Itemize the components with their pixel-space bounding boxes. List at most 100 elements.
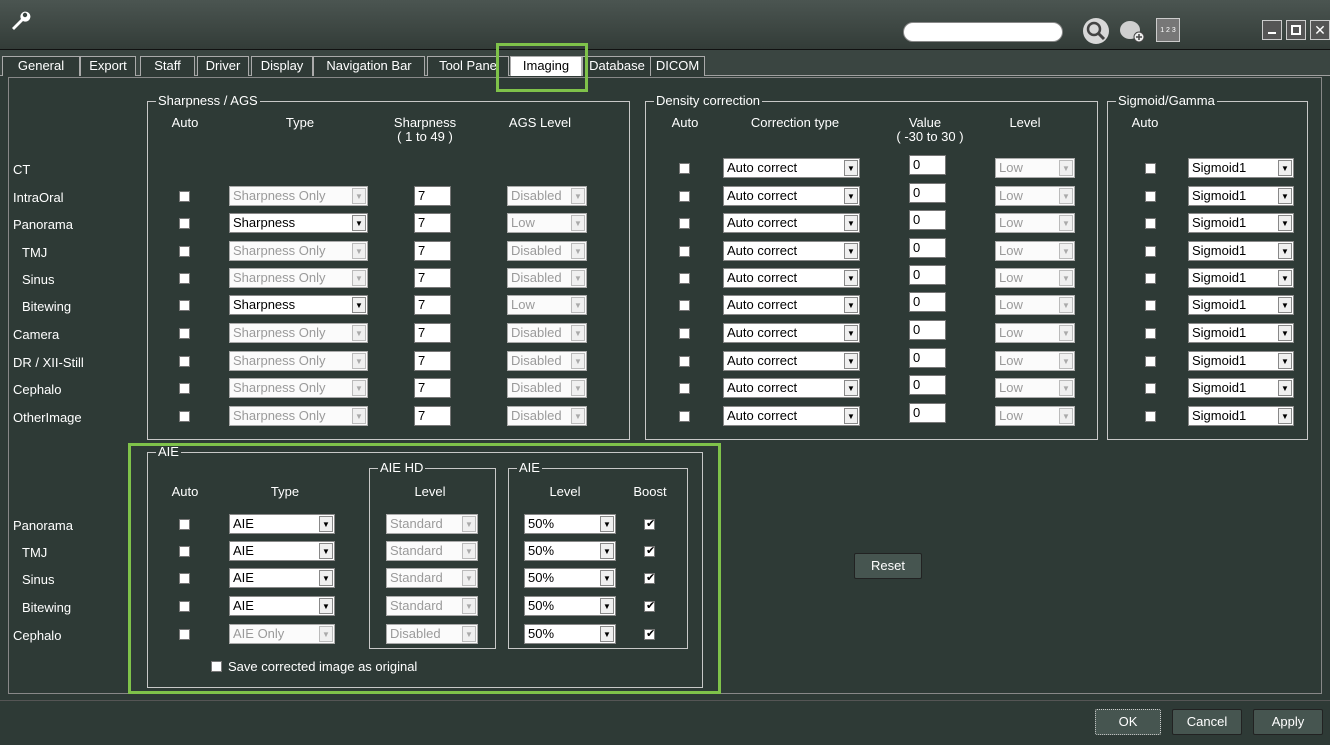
correction-type-select[interactable]: Auto correct ▼	[723, 406, 860, 426]
correction-type-select[interactable]: Auto correct ▼	[723, 186, 860, 206]
sigmoid-auto-checkbox[interactable]	[1145, 383, 1156, 394]
tab-general[interactable]: General	[2, 56, 80, 76]
density-auto-checkbox[interactable]	[679, 328, 690, 339]
sharpness-type-select[interactable]: Sharpness Only ▼	[229, 406, 368, 426]
sharpness-input[interactable]: 7	[414, 351, 451, 371]
density-value-input[interactable]: 0	[909, 403, 946, 423]
ags-level-select[interactable]: Disabled ▼	[507, 268, 587, 288]
cancel-button[interactable]: Cancel	[1172, 709, 1242, 735]
density-level-select[interactable]: Low ▼	[995, 351, 1075, 371]
tab-display[interactable]: Display	[251, 56, 313, 76]
density-value-input[interactable]: 0	[909, 183, 946, 203]
correction-type-select[interactable]: Auto correct ▼	[723, 323, 860, 343]
sigmoid-gamma-select[interactable]: Sigmoid1 ▼	[1188, 158, 1294, 178]
ok-button[interactable]: OK	[1095, 709, 1161, 735]
density-auto-checkbox[interactable]	[679, 383, 690, 394]
sharpness-type-select[interactable]: Sharpness Only ▼	[229, 378, 368, 398]
ags-level-select[interactable]: Disabled ▼	[507, 351, 587, 371]
correction-type-select[interactable]: Auto correct ▼	[723, 268, 860, 288]
correction-type-select[interactable]: Auto correct ▼	[723, 158, 860, 178]
sharpness-type-select[interactable]: Sharpness Only ▼	[229, 186, 368, 206]
sharpness-auto-checkbox[interactable]	[179, 273, 190, 284]
sigmoid-auto-checkbox[interactable]	[1145, 273, 1156, 284]
density-value-input[interactable]: 0	[909, 348, 946, 368]
sharpness-type-select[interactable]: Sharpness ▼	[229, 295, 368, 315]
grid-layout-icon[interactable]: 1 2 3	[1156, 18, 1180, 42]
ags-level-select[interactable]: Disabled ▼	[507, 323, 587, 343]
ags-level-select[interactable]: Disabled ▼	[507, 186, 587, 206]
sigmoid-gamma-select[interactable]: Sigmoid1 ▼	[1188, 295, 1294, 315]
reset-button[interactable]: Reset	[854, 553, 922, 579]
sharpness-auto-checkbox[interactable]	[179, 411, 190, 422]
correction-type-select[interactable]: Auto correct ▼	[723, 213, 860, 233]
density-level-select[interactable]: Low ▼	[995, 378, 1075, 398]
sigmoid-gamma-select[interactable]: Sigmoid1 ▼	[1188, 241, 1294, 261]
sigmoid-gamma-select[interactable]: Sigmoid1 ▼	[1188, 213, 1294, 233]
sigmoid-gamma-select[interactable]: Sigmoid1 ▼	[1188, 351, 1294, 371]
sharpness-input[interactable]: 7	[414, 378, 451, 398]
sharpness-input[interactable]: 7	[414, 406, 451, 426]
density-level-select[interactable]: Low ▼	[995, 158, 1075, 178]
sigmoid-gamma-select[interactable]: Sigmoid1 ▼	[1188, 406, 1294, 426]
ags-level-select[interactable]: Disabled ▼	[507, 406, 587, 426]
ags-level-select[interactable]: Low ▼	[507, 295, 587, 315]
density-auto-checkbox[interactable]	[679, 356, 690, 367]
sharpness-input[interactable]: 7	[414, 295, 451, 315]
sigmoid-auto-checkbox[interactable]	[1145, 300, 1156, 311]
sharpness-auto-checkbox[interactable]	[179, 383, 190, 394]
sigmoid-auto-checkbox[interactable]	[1145, 163, 1156, 174]
density-level-select[interactable]: Low ▼	[995, 186, 1075, 206]
sharpness-input[interactable]: 7	[414, 213, 451, 233]
density-level-select[interactable]: Low ▼	[995, 241, 1075, 261]
sharpness-type-select[interactable]: Sharpness ▼	[229, 213, 368, 233]
search-icon[interactable]	[1083, 18, 1109, 44]
sharpness-auto-checkbox[interactable]	[179, 356, 190, 367]
sigmoid-gamma-select[interactable]: Sigmoid1 ▼	[1188, 268, 1294, 288]
density-value-input[interactable]: 0	[909, 155, 946, 175]
sigmoid-auto-checkbox[interactable]	[1145, 246, 1156, 257]
ags-level-select[interactable]: Disabled ▼	[507, 378, 587, 398]
correction-type-select[interactable]: Auto correct ▼	[723, 378, 860, 398]
sharpness-input[interactable]: 7	[414, 323, 451, 343]
sharpness-input[interactable]: 7	[414, 186, 451, 206]
sigmoid-auto-checkbox[interactable]	[1145, 218, 1156, 229]
sharpness-input[interactable]: 7	[414, 241, 451, 261]
density-auto-checkbox[interactable]	[679, 191, 690, 202]
density-level-select[interactable]: Low ▼	[995, 323, 1075, 343]
apply-button[interactable]: Apply	[1253, 709, 1323, 735]
sigmoid-gamma-select[interactable]: Sigmoid1 ▼	[1188, 378, 1294, 398]
tab-staff[interactable]: Staff	[140, 56, 195, 76]
density-auto-checkbox[interactable]	[679, 273, 690, 284]
sigmoid-auto-checkbox[interactable]	[1145, 191, 1156, 202]
tab-navigation-bar[interactable]: Navigation Bar	[313, 56, 425, 76]
density-value-input[interactable]: 0	[909, 238, 946, 258]
density-level-select[interactable]: Low ▼	[995, 213, 1075, 233]
correction-type-select[interactable]: Auto correct ▼	[723, 351, 860, 371]
sigmoid-auto-checkbox[interactable]	[1145, 328, 1156, 339]
tab-database[interactable]: Database	[582, 56, 652, 76]
sharpness-type-select[interactable]: Sharpness Only ▼	[229, 323, 368, 343]
search-input[interactable]	[903, 22, 1063, 42]
density-value-input[interactable]: 0	[909, 375, 946, 395]
density-value-input[interactable]: 0	[909, 210, 946, 230]
sharpness-auto-checkbox[interactable]	[179, 300, 190, 311]
density-value-input[interactable]: 0	[909, 320, 946, 340]
density-auto-checkbox[interactable]	[679, 218, 690, 229]
sigmoid-gamma-select[interactable]: Sigmoid1 ▼	[1188, 186, 1294, 206]
patient-add-icon[interactable]	[1118, 18, 1146, 44]
settings-wrench-icon[interactable]	[8, 8, 32, 32]
density-level-select[interactable]: Low ▼	[995, 406, 1075, 426]
sigmoid-gamma-select[interactable]: Sigmoid1 ▼	[1188, 323, 1294, 343]
minimize-button[interactable]	[1262, 20, 1282, 40]
sigmoid-auto-checkbox[interactable]	[1145, 411, 1156, 422]
sharpness-type-select[interactable]: Sharpness Only ▼	[229, 241, 368, 261]
density-auto-checkbox[interactable]	[679, 300, 690, 311]
sharpness-type-select[interactable]: Sharpness Only ▼	[229, 268, 368, 288]
correction-type-select[interactable]: Auto correct ▼	[723, 241, 860, 261]
maximize-button[interactable]	[1286, 20, 1306, 40]
sharpness-auto-checkbox[interactable]	[179, 218, 190, 229]
correction-type-select[interactable]: Auto correct ▼	[723, 295, 860, 315]
sharpness-input[interactable]: 7	[414, 268, 451, 288]
sigmoid-auto-checkbox[interactable]	[1145, 356, 1156, 367]
sharpness-auto-checkbox[interactable]	[179, 328, 190, 339]
